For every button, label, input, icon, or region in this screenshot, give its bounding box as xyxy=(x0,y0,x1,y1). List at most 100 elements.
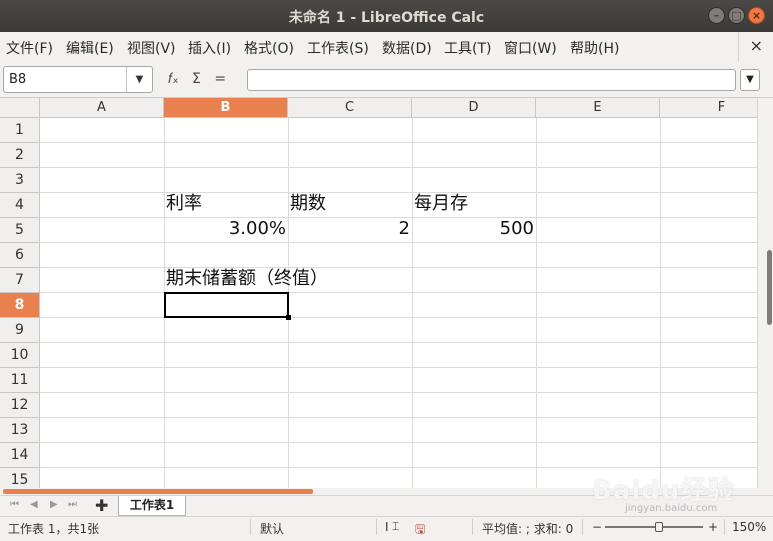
close-document-icon[interactable]: × xyxy=(750,36,763,55)
vertical-scrollbar[interactable] xyxy=(757,98,773,488)
vertical-scroll-thumb[interactable] xyxy=(767,250,772,325)
cell-c5[interactable]: 2 xyxy=(290,216,410,241)
watermark-logo: Baidu经验 xyxy=(592,476,735,506)
formula-bar: B8 ▼ 𝑓ₓ Σ = ▼ xyxy=(0,62,773,98)
cell-b5[interactable]: 3.00% xyxy=(166,216,286,241)
title-bar: 未命名 1 - LibreOffice Calc – □ × xyxy=(0,0,773,32)
menu-divider xyxy=(738,32,739,62)
row-header-5[interactable]: 5 xyxy=(0,218,40,243)
column-header-c[interactable]: C xyxy=(288,98,412,118)
row-header-10[interactable]: 10 xyxy=(0,343,40,368)
cell-reference[interactable]: B8 xyxy=(9,72,26,87)
row-header-6[interactable]: 6 xyxy=(0,243,40,268)
row-header-9[interactable]: 9 xyxy=(0,318,40,343)
selection-summary[interactable]: 平均值: ; 求和: 0 xyxy=(482,520,573,537)
last-sheet-icon[interactable]: ⏭ xyxy=(68,499,77,510)
menu-view[interactable]: 视图(V) xyxy=(127,38,176,58)
fill-handle[interactable] xyxy=(286,315,291,320)
prev-sheet-icon[interactable]: ◀ xyxy=(30,499,38,510)
gridline xyxy=(412,118,413,488)
formula-input[interactable] xyxy=(247,69,736,91)
fx-icon[interactable]: 𝑓ₓ xyxy=(168,71,179,87)
row-header-2[interactable]: 2 xyxy=(0,143,40,168)
cell-b7[interactable]: 期末储蓄额（终值） xyxy=(166,266,416,291)
gridline xyxy=(40,417,757,418)
column-header-a[interactable]: A xyxy=(40,98,164,118)
menu-file[interactable]: 文件(F) xyxy=(6,38,53,58)
close-window-icon[interactable]: × xyxy=(748,7,765,24)
gridline xyxy=(40,242,757,243)
column-header-d[interactable]: D xyxy=(412,98,536,118)
document-modified-icon[interactable]: 🖫 xyxy=(415,520,425,541)
status-divider xyxy=(724,519,725,535)
menu-bar: 文件(F) 编辑(E) 视图(V) 插入(I) 格式(O) 工作表(S) 数据(… xyxy=(0,32,773,62)
gridline xyxy=(40,442,757,443)
zoom-level[interactable]: 150% xyxy=(732,520,766,534)
sum-icon[interactable]: Σ xyxy=(192,71,201,87)
maximize-icon[interactable]: □ xyxy=(728,7,745,24)
gridline xyxy=(40,292,757,293)
column-header-b[interactable]: B xyxy=(164,98,288,118)
watermark-url: jingyan.baidu.com xyxy=(625,503,718,514)
insert-mode[interactable]: I xyxy=(385,520,389,534)
row-header-1[interactable]: 1 xyxy=(0,118,40,143)
menu-tools[interactable]: 工具(T) xyxy=(444,38,491,58)
status-divider xyxy=(582,519,583,535)
gridline xyxy=(40,367,757,368)
menu-format[interactable]: 格式(O) xyxy=(244,38,294,58)
status-divider xyxy=(250,519,251,535)
gridline xyxy=(40,317,757,318)
gridline xyxy=(40,467,757,468)
row-header-11[interactable]: 11 xyxy=(0,368,40,393)
window-title: 未命名 1 - LibreOffice Calc xyxy=(288,10,485,26)
zoom-slider[interactable] xyxy=(605,526,703,528)
formula-icons: 𝑓ₓ Σ = xyxy=(168,71,235,87)
menu-edit[interactable]: 编辑(E) xyxy=(66,38,114,58)
status-bar: 工作表 1，共1张 默认 I ⌶ 🖫 平均值: ; 求和: 0 − + 150% xyxy=(0,516,773,536)
row-header-13[interactable]: 13 xyxy=(0,418,40,443)
add-sheet-icon[interactable]: ✚ xyxy=(95,496,108,515)
menu-window[interactable]: 窗口(W) xyxy=(504,38,557,58)
row-header-14[interactable]: 14 xyxy=(0,443,40,468)
spreadsheet-grid[interactable]: A B C D E F 1 2 3 4 5 6 7 8 9 10 11 12 1… xyxy=(0,98,757,488)
expand-formula-icon[interactable]: ▼ xyxy=(740,69,760,91)
column-header-e[interactable]: E xyxy=(536,98,660,118)
chevron-down-icon[interactable]: ▼ xyxy=(126,67,152,92)
zoom-out-icon[interactable]: − xyxy=(592,520,602,534)
status-divider xyxy=(472,519,473,535)
zoom-slider-knob[interactable] xyxy=(655,522,663,532)
sheet-info: 工作表 1，共1张 xyxy=(8,522,100,536)
row-header-12[interactable]: 12 xyxy=(0,393,40,418)
select-all-corner[interactable] xyxy=(0,98,40,118)
column-header-f[interactable]: F xyxy=(660,98,757,118)
row-header-15[interactable]: 15 xyxy=(0,468,40,488)
gridline xyxy=(40,142,757,143)
cell-d4[interactable]: 每月存 xyxy=(414,191,534,216)
row-header-8[interactable]: 8 xyxy=(0,293,40,318)
zoom-in-icon[interactable]: + xyxy=(708,520,718,534)
equals-icon[interactable]: = xyxy=(214,71,226,87)
page-style[interactable]: 默认 xyxy=(260,520,284,537)
cell-c4[interactable]: 期数 xyxy=(290,191,410,216)
selected-cell-b8[interactable] xyxy=(164,292,289,318)
row-header-7[interactable]: 7 xyxy=(0,268,40,293)
row-header-4[interactable]: 4 xyxy=(0,193,40,218)
name-box[interactable]: B8 ▼ xyxy=(3,66,153,93)
horizontal-scroll-thumb[interactable] xyxy=(3,489,313,494)
status-divider xyxy=(376,519,377,535)
menu-sheet[interactable]: 工作表(S) xyxy=(307,38,369,58)
menu-data[interactable]: 数据(D) xyxy=(382,38,432,58)
cell-b4[interactable]: 利率 xyxy=(166,191,286,216)
first-sheet-icon[interactable]: ⏮ xyxy=(10,499,19,510)
menu-insert[interactable]: 插入(I) xyxy=(188,38,231,58)
minimize-icon[interactable]: – xyxy=(708,7,725,24)
menu-help[interactable]: 帮助(H) xyxy=(570,38,619,58)
sheet-tab-1[interactable]: 工作表1 xyxy=(118,496,186,516)
row-header-3[interactable]: 3 xyxy=(0,168,40,193)
gridline xyxy=(40,392,757,393)
cell-d5[interactable]: 500 xyxy=(414,216,534,241)
text-cursor-icon: ⌶ xyxy=(392,519,400,533)
gridline xyxy=(536,118,537,488)
gridline xyxy=(40,167,757,168)
next-sheet-icon[interactable]: ▶ xyxy=(50,499,58,510)
